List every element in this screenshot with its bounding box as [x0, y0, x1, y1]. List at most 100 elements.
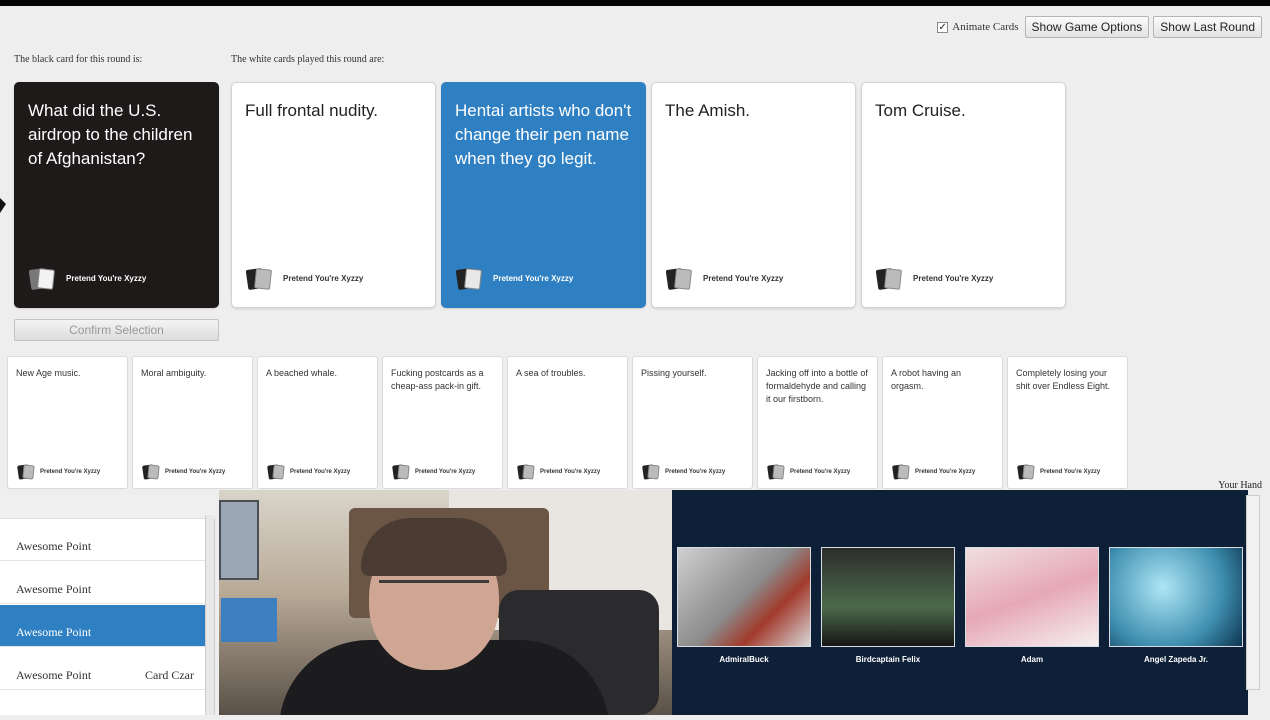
cards-logo-icon	[245, 267, 273, 291]
played-card-text: The Amish.	[665, 101, 751, 120]
card-brand: Pretend You're Xyzzy	[665, 469, 726, 475]
hand-card[interactable]: New Age music. Pretend You're Xyzzy	[7, 356, 128, 489]
cards-logo-icon	[665, 267, 693, 291]
hand-card[interactable]: A sea of troubles. Pretend You're Xyzzy	[507, 356, 628, 489]
card-brand: Pretend You're Xyzzy	[283, 273, 364, 283]
player-avatar-abstract	[1109, 547, 1243, 647]
hand-card[interactable]: Fucking postcards as a cheap-ass pack-in…	[382, 356, 503, 489]
played-card-3[interactable]: The Amish. Pretend You're Xyzzy	[651, 82, 856, 308]
card-brand: Pretend You're Xyzzy	[913, 273, 994, 283]
played-card-text: Full frontal nudity.	[245, 101, 378, 120]
card-logo: Pretend You're Xyzzy	[516, 464, 600, 480]
card-logo: Pretend You're Xyzzy	[665, 267, 784, 291]
card-logo: Pretend You're Xyzzy	[875, 267, 994, 291]
score-row-selected: Awesome Point	[0, 605, 206, 647]
card-brand: Pretend You're Xyzzy	[290, 469, 351, 475]
webcam-person-glasses	[379, 580, 489, 600]
card-logo: Pretend You're Xyzzy	[766, 464, 850, 480]
score-points: Awesome Point	[16, 582, 92, 596]
score-points: Awesome Point	[16, 539, 92, 553]
card-logo: Pretend You're Xyzzy	[455, 267, 574, 291]
card-logo: Pretend You're Xyzzy	[28, 267, 147, 291]
hand-card-text: Moral ambiguity.	[141, 368, 207, 378]
hand-card[interactable]: Completely losing your shit over Endless…	[1007, 356, 1128, 489]
card-logo: Pretend You're Xyzzy	[245, 267, 364, 291]
score-points: Awesome Point	[16, 625, 92, 639]
scoreboard-header	[0, 495, 215, 519]
hand-card[interactable]: A beached whale. Pretend You're Xyzzy	[257, 356, 378, 489]
played-card-2-selected[interactable]: Hentai artists who don't change their pe…	[441, 82, 646, 308]
card-logo: Pretend You're Xyzzy	[266, 464, 350, 480]
confirm-selection-button[interactable]: Confirm Selection	[14, 319, 219, 341]
hand-card-text: A robot having an orgasm.	[891, 368, 962, 391]
webcam-overlay	[219, 490, 672, 715]
hand-card-text: Pissing yourself.	[641, 368, 707, 378]
hand-card-text: Jacking off into a bottle of formaldehyd…	[766, 368, 868, 404]
hand-card[interactable]: Pissing yourself. Pretend You're Xyzzy	[632, 356, 753, 489]
animate-cards-label: Animate Cards	[952, 21, 1019, 33]
card-brand: Pretend You're Xyzzy	[540, 469, 601, 475]
card-logo: Pretend You're Xyzzy	[391, 464, 475, 480]
played-card-text: Tom Cruise.	[875, 101, 966, 120]
card-logo: Pretend You're Xyzzy	[1016, 464, 1100, 480]
cards-logo-icon	[875, 267, 903, 291]
webcam-person-hair	[361, 518, 507, 576]
hand-card[interactable]: Moral ambiguity. Pretend You're Xyzzy	[132, 356, 253, 489]
played-card-text: Hentai artists who don't change their pe…	[455, 101, 632, 168]
player-avatar-robot	[677, 547, 811, 647]
score-row: Awesome Point	[0, 519, 206, 561]
card-brand: Pretend You're Xyzzy	[493, 273, 574, 283]
hand-card-text: Fucking postcards as a cheap-ass pack-in…	[391, 368, 484, 391]
hand-card-text: Completely losing your shit over Endless…	[1016, 368, 1111, 391]
player-name: Birdcaptain Felix	[855, 655, 921, 664]
black-card-caption: The black card for this round is:	[14, 54, 143, 65]
cards-logo-icon	[141, 464, 161, 480]
cards-logo-icon	[1016, 464, 1036, 480]
webcam-monitor	[219, 500, 259, 580]
score-row: Awesome Point	[0, 562, 206, 604]
black-card: What did the U.S. airdrop to the childre…	[14, 82, 219, 308]
hand-card[interactable]: Jacking off into a bottle of formaldehyd…	[757, 356, 878, 489]
score-points: Awesome Point	[16, 668, 92, 682]
scoreboard-panel: Awesome Point Awesome Point Awesome Poin…	[0, 495, 215, 715]
card-brand: Pretend You're Xyzzy	[703, 273, 784, 283]
cards-logo-icon	[28, 267, 56, 291]
cards-logo-icon	[455, 267, 483, 291]
top-controls: ✓ Animate Cards Show Game Options Show L…	[937, 16, 1262, 38]
played-card-4[interactable]: Tom Cruise. Pretend You're Xyzzy	[861, 82, 1066, 308]
cards-logo-icon	[766, 464, 786, 480]
animate-cards-toggle[interactable]: ✓ Animate Cards	[937, 21, 1019, 33]
hand-card-text: A beached whale.	[266, 368, 338, 378]
score-row: Awesome Point Card Czar	[0, 648, 206, 690]
scoreboard-scrollbar[interactable]	[205, 515, 214, 715]
cards-logo-icon	[516, 464, 536, 480]
animate-cards-checkbox[interactable]: ✓	[937, 21, 949, 33]
card-brand: Pretend You're Xyzzy	[415, 469, 476, 475]
player-name: Adam	[1020, 655, 1044, 664]
show-last-round-button[interactable]: Show Last Round	[1153, 16, 1262, 38]
white-cards-caption: The white cards played this round are:	[231, 54, 385, 65]
card-brand: Pretend You're Xyzzy	[40, 469, 101, 475]
card-logo: Pretend You're Xyzzy	[16, 464, 100, 480]
hand-scrollbar[interactable]	[1246, 495, 1260, 690]
player-name: Angel Zapeda Jr.	[1143, 655, 1209, 664]
player-avatar-anime-girl	[965, 547, 1099, 647]
card-logo: Pretend You're Xyzzy	[891, 464, 975, 480]
hand-card[interactable]: A robot having an orgasm. Pretend You're…	[882, 356, 1003, 489]
black-card-text: What did the U.S. airdrop to the childre…	[28, 101, 193, 168]
player-name: AdmiralBuck	[719, 655, 769, 664]
card-logo: Pretend You're Xyzzy	[641, 464, 725, 480]
mouse-cursor-icon	[0, 198, 6, 213]
card-brand: Pretend You're Xyzzy	[1040, 469, 1101, 475]
score-status: Card Czar	[145, 668, 194, 682]
player-avatar-anime	[821, 547, 955, 647]
cards-logo-icon	[891, 464, 911, 480]
played-card-1[interactable]: Full frontal nudity. Pretend You're Xyzz…	[231, 82, 436, 308]
cards-logo-icon	[266, 464, 286, 480]
hand-card-text: New Age music.	[16, 368, 81, 378]
player-avatars-overlay: AdmiralBuck Birdcaptain Felix Adam Angel…	[672, 490, 1248, 715]
window-top-bar	[0, 0, 1270, 6]
card-brand: Pretend You're Xyzzy	[66, 273, 147, 283]
show-game-options-button[interactable]: Show Game Options	[1024, 16, 1150, 38]
webcam-box	[221, 598, 277, 642]
